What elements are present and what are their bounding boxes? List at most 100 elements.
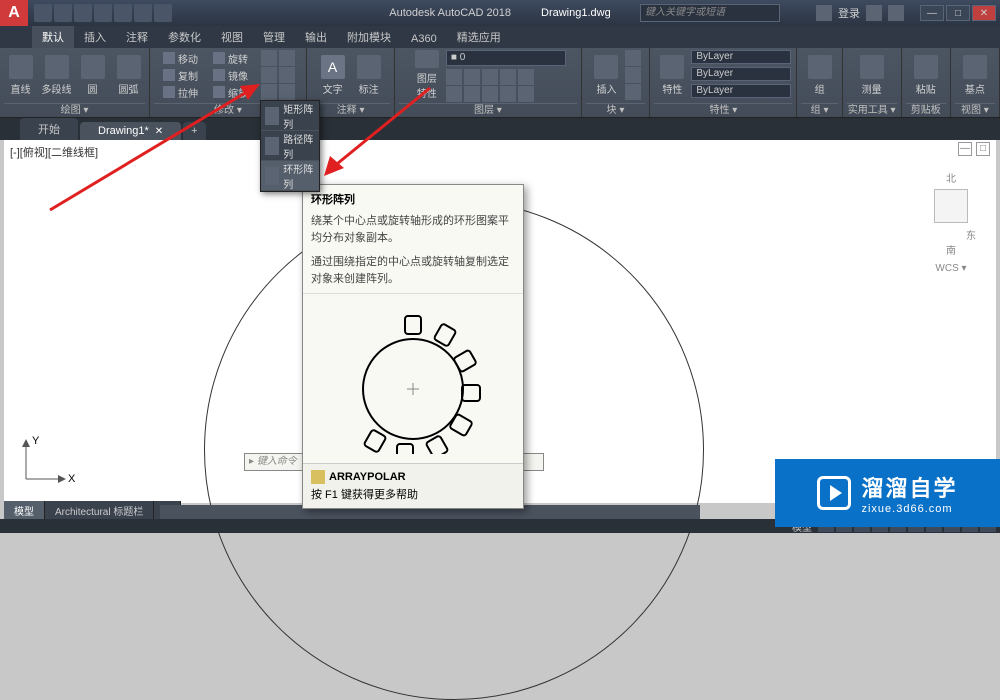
tab-featured[interactable]: 精选应用: [447, 26, 511, 48]
edit-block-icon[interactable]: [625, 67, 641, 83]
tab-drawing1[interactable]: Drawing1*✕: [80, 122, 181, 140]
panel-block-label[interactable]: 块 ▾: [586, 103, 646, 117]
layer-prev-icon[interactable]: [500, 86, 516, 102]
watermark-url: zixue.3d66.com: [861, 503, 952, 515]
array-icon[interactable]: [261, 84, 277, 100]
lineweight-combo[interactable]: ByLayer: [691, 67, 791, 81]
panel-layers-label[interactable]: 图层 ▾: [399, 103, 576, 117]
tab-manage[interactable]: 管理: [253, 26, 295, 48]
line-icon: [9, 55, 33, 79]
offset-icon[interactable]: [279, 84, 295, 100]
layer-match-icon[interactable]: [500, 69, 516, 85]
panel-clipboard-label[interactable]: 剪贴板: [906, 103, 946, 117]
play-icon: [817, 476, 851, 510]
panel-properties-label[interactable]: 特性 ▾: [654, 103, 792, 117]
viewport-min-icon[interactable]: —: [958, 142, 972, 156]
layer-uniso-icon[interactable]: [518, 86, 534, 102]
viewport-max-icon[interactable]: □: [976, 142, 990, 156]
measure-button[interactable]: 测量: [855, 50, 889, 100]
panel-annotation-label[interactable]: 注释 ▾: [311, 103, 390, 117]
line-button[interactable]: 直线: [4, 50, 38, 100]
qat-saveas-icon[interactable]: [94, 4, 112, 22]
layout-tab[interactable]: Architectural 标题栏: [45, 501, 154, 519]
model-tab[interactable]: 模型: [4, 501, 45, 519]
fillet-icon[interactable]: [261, 67, 277, 83]
new-tab-button[interactable]: +: [183, 122, 205, 140]
paste-icon: [914, 55, 938, 79]
create-block-icon[interactable]: [625, 50, 641, 66]
array-polar-item[interactable]: 环形阵列: [261, 161, 319, 191]
viewcube[interactable]: 北 东 南 WCS ▾: [926, 170, 976, 274]
close-button[interactable]: ✕: [972, 5, 996, 21]
group-button[interactable]: 组: [803, 50, 837, 100]
tab-a360[interactable]: A360: [401, 30, 447, 48]
layer-lock-icon[interactable]: [482, 69, 498, 85]
text-button[interactable]: A文字: [316, 50, 350, 100]
panel-utilities-label[interactable]: 实用工具 ▾: [847, 103, 897, 117]
viewcube-face[interactable]: [934, 189, 968, 223]
help-icon[interactable]: [888, 5, 904, 21]
qat-plot-icon[interactable]: [114, 4, 132, 22]
panel-draw-label[interactable]: 绘图 ▾: [4, 103, 145, 117]
rotate-icon: [213, 52, 225, 64]
tab-addins[interactable]: 附加模块: [337, 26, 401, 48]
copy-button[interactable]: 复制: [161, 67, 209, 83]
minimize-button[interactable]: —: [920, 5, 944, 21]
viewport-label[interactable]: [-][俯视][二维线框]: [10, 144, 98, 160]
match-props-icon: [660, 55, 684, 79]
panel-view-label[interactable]: 视图 ▾: [955, 103, 995, 117]
qat-undo-icon[interactable]: [134, 4, 152, 22]
layer-off-icon[interactable]: [446, 69, 462, 85]
chamfer-icon[interactable]: [279, 67, 295, 83]
ucs-icon[interactable]: Y X: [18, 437, 68, 487]
layer-freeze-icon[interactable]: [464, 69, 480, 85]
app-logo[interactable]: A: [0, 0, 28, 26]
tab-annotate[interactable]: 注释: [116, 26, 158, 48]
circle-button[interactable]: 圆: [76, 50, 110, 100]
rotate-button[interactable]: 旋转: [211, 50, 259, 66]
mirror-button[interactable]: 镜像: [211, 67, 259, 83]
match-props-button[interactable]: 特性: [655, 50, 689, 100]
exchange-icon[interactable]: [866, 5, 882, 21]
tab-start[interactable]: 开始: [20, 118, 78, 140]
trim-icon[interactable]: [261, 50, 277, 66]
arc-button[interactable]: 圆弧: [112, 50, 146, 100]
tab-parametric[interactable]: 参数化: [158, 26, 211, 48]
baseview-button[interactable]: 基点: [958, 50, 992, 100]
edit-attr-icon[interactable]: [625, 84, 641, 100]
signin-icon[interactable]: [816, 5, 832, 21]
wcs-label[interactable]: WCS ▾: [926, 263, 976, 274]
layer-combo[interactable]: ■ 0: [446, 50, 566, 66]
scale-button[interactable]: 缩放: [211, 84, 259, 100]
tab-output[interactable]: 输出: [295, 26, 337, 48]
layer-on-icon[interactable]: [446, 86, 462, 102]
panel-groups-label[interactable]: 组 ▾: [801, 103, 837, 117]
array-rect-item[interactable]: 矩形阵列: [261, 101, 319, 131]
tab-insert[interactable]: 插入: [74, 26, 116, 48]
tab-default[interactable]: 默认: [32, 26, 74, 48]
signin-label[interactable]: 登录: [838, 5, 860, 21]
linetype-combo[interactable]: ByLayer: [691, 84, 791, 98]
paste-button[interactable]: 粘贴: [909, 50, 943, 100]
help-search-input[interactable]: 键入关键字或短语: [640, 4, 780, 22]
maximize-button[interactable]: □: [946, 5, 970, 21]
dimension-button[interactable]: 标注: [352, 50, 386, 100]
stretch-button[interactable]: 拉伸: [161, 84, 209, 100]
polyline-button[interactable]: 多段线: [40, 50, 74, 100]
layer-thaw-icon[interactable]: [464, 86, 480, 102]
layer-iso-icon[interactable]: [518, 69, 534, 85]
extend-icon[interactable]: [279, 50, 295, 66]
layer-unlock-icon[interactable]: [482, 86, 498, 102]
tab-view[interactable]: 视图: [211, 26, 253, 48]
qat-new-icon[interactable]: [34, 4, 52, 22]
tab-close-icon[interactable]: ✕: [155, 126, 163, 137]
insert-block-button[interactable]: 插入: [589, 50, 623, 100]
qat-save-icon[interactable]: [74, 4, 92, 22]
layer-props-button[interactable]: 图层 特性: [410, 50, 444, 100]
array-path-item[interactable]: 路径阵列: [261, 131, 319, 161]
baseview-icon: [963, 55, 987, 79]
move-button[interactable]: 移动: [161, 50, 209, 66]
qat-open-icon[interactable]: [54, 4, 72, 22]
qat-redo-icon[interactable]: [154, 4, 172, 22]
color-combo[interactable]: ByLayer: [691, 50, 791, 64]
